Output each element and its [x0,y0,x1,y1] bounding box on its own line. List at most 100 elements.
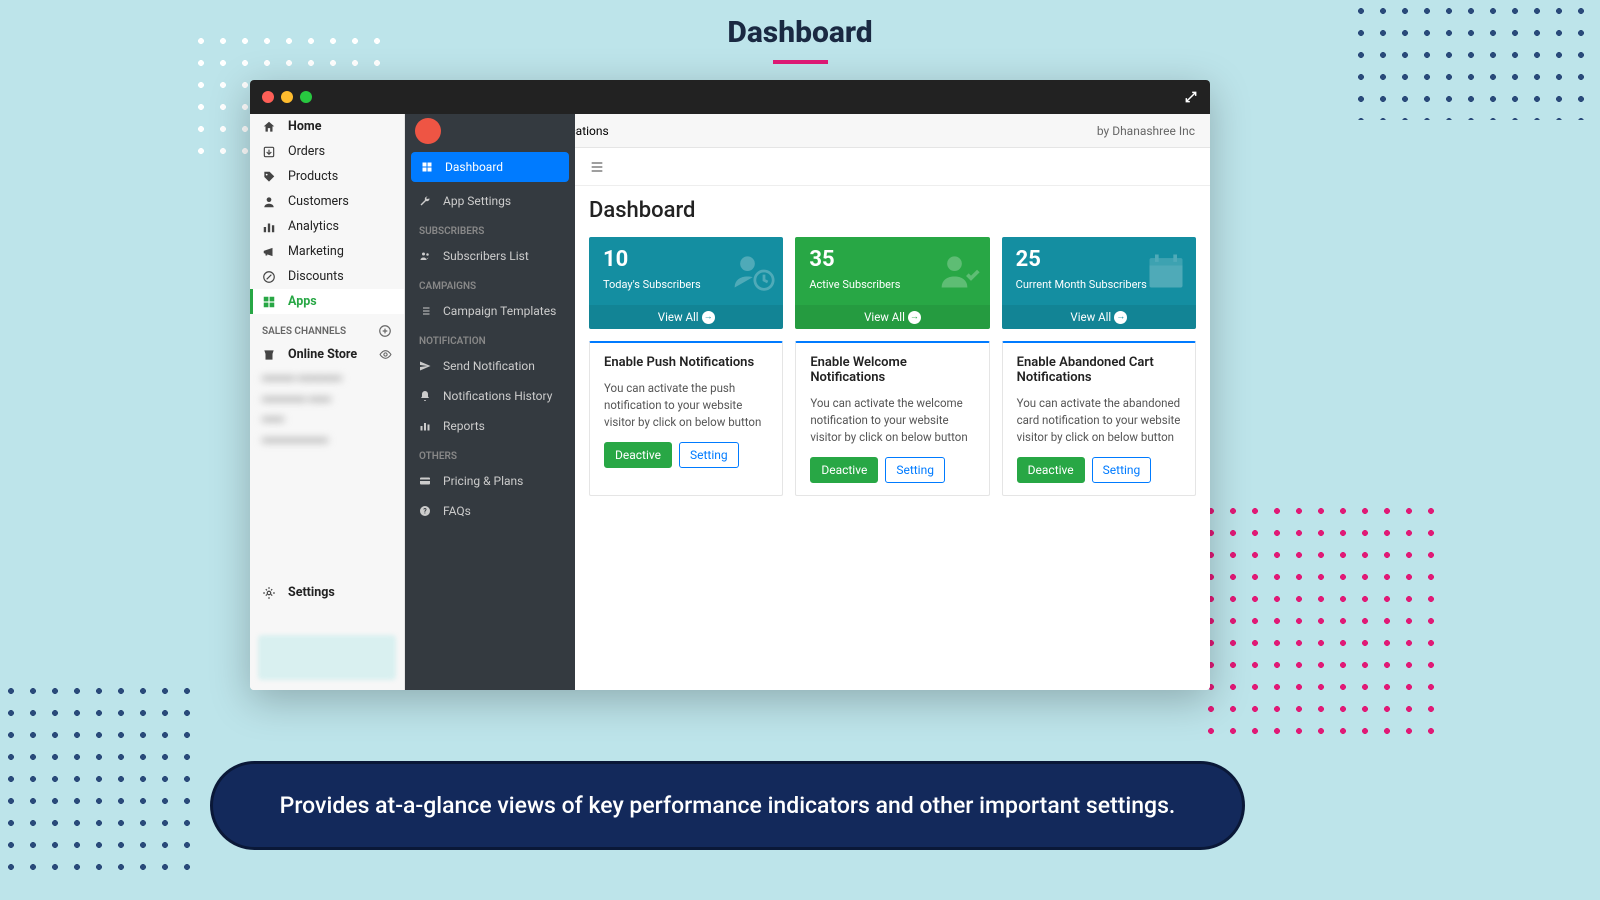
stat-active-subscribers: 35 Active Subscribers View All→ [795,237,989,329]
app-sidebar: Dashboard App Settings SUBSCRIBERS Subsc… [405,148,575,690]
user-check-icon [938,249,982,293]
card-title: Enable Abandoned Cart Notifications [1017,355,1181,385]
nav-customers[interactable]: Customers [250,189,404,214]
nav-home[interactable]: Home [250,114,404,139]
card-body: You can activate the push notification t… [604,380,768,430]
blurred-item: ▬▬▬▬ ▬▬ [250,388,404,409]
deactive-button[interactable]: Deactive [604,442,672,468]
nav-orders[interactable]: Orders [250,139,404,164]
card-title: Enable Welcome Notifications [810,355,974,385]
svg-text:?: ? [423,508,427,516]
sidebar-subscribers-list[interactable]: Subscribers List [405,241,575,271]
bell-icon [419,390,433,402]
card-push-notifications: Enable Push Notifications You can activa… [589,341,783,496]
setting-button[interactable]: Setting [885,457,945,483]
nav-discounts[interactable]: Discounts [250,264,404,289]
view-all-link[interactable]: View All→ [589,305,783,329]
sidebar-faqs[interactable]: ? FAQs [405,496,575,526]
group-others: OTHERS [405,441,575,466]
wrench-icon [419,195,433,207]
page-title: Dashboard [0,0,1600,50]
card-icon [419,475,433,487]
app-vendor: by Dhanashree Inc [1097,124,1195,138]
sidebar-reports[interactable]: Reports [405,411,575,441]
sidebar-dashboard[interactable]: Dashboard [411,152,569,182]
sidebar-notifications-history[interactable]: Notifications History [405,381,575,411]
sidebar-pricing-plans[interactable]: Pricing & Plans [405,466,575,496]
sidebar-send-notification[interactable]: Send Notification [405,351,575,381]
nav-label: Settings [288,585,335,600]
sidebar-label: Pricing & Plans [443,474,523,488]
send-icon [419,360,433,372]
users-icon [419,250,433,262]
analytics-icon [262,220,278,234]
grid-icon [421,161,435,173]
sidebar-label: Send Notification [443,359,535,373]
tag-icon [262,170,278,184]
stat-todays-subscribers: 10 Today's Subscribers View All→ [589,237,783,329]
nav-settings[interactable]: Settings [250,580,404,605]
nav-apps[interactable]: Apps [250,289,404,314]
nav-label: Customers [288,194,349,209]
calendar-icon [1144,249,1188,293]
sidebar-label: Dashboard [445,160,503,174]
window-titlebar [250,80,1210,114]
sidebar-campaign-templates[interactable]: Campaign Templates [405,296,575,326]
nav-label: Orders [288,144,325,159]
store-icon [262,348,278,362]
decorative-dots [1200,500,1440,740]
sidebar-label: FAQs [443,504,471,518]
discount-icon [262,270,278,284]
decorative-dots [0,680,190,880]
view-all-link[interactable]: View All→ [795,305,989,329]
nav-label: Analytics [288,219,339,234]
nav-label: Products [288,169,338,184]
title-underline [773,60,828,64]
hamburger-icon[interactable] [589,159,605,175]
nav-products[interactable]: Products [250,164,404,189]
group-subscribers: SUBSCRIBERS [405,216,575,241]
card-body: You can activate the abandoned card noti… [1017,395,1181,445]
view-all-link[interactable]: View All→ [1002,305,1196,329]
user-icon [262,195,278,209]
deactive-button[interactable]: Deactive [1017,457,1085,483]
add-channel-icon[interactable] [378,324,392,338]
card-body: You can activate the welcome notificatio… [810,395,974,445]
card-abandoned-cart-notifications: Enable Abandoned Cart Notifications You … [1002,341,1196,496]
setting-button[interactable]: Setting [679,442,739,468]
close-icon[interactable] [262,91,274,103]
blurred-item: ▬▬ [250,408,404,429]
megaphone-icon [262,245,278,259]
stat-month-subscribers: 25 Current Month Subscribers View All→ [1002,237,1196,329]
gear-icon [262,586,278,600]
question-icon: ? [419,505,433,517]
main-content: Dashboard 10 Today's Subscribers View Al… [575,148,1210,690]
sidebar-label: Subscribers List [443,249,529,263]
sidebar-label: Campaign Templates [443,304,556,318]
group-notification: NOTIFICATION [405,326,575,351]
group-campaigns: CAMPAIGNS [405,271,575,296]
minimize-icon[interactable] [281,91,293,103]
deactive-button[interactable]: Deactive [810,457,878,483]
nav-analytics[interactable]: Analytics [250,214,404,239]
brand-icon [415,118,441,144]
maximize-icon[interactable] [300,91,312,103]
fullscreen-icon[interactable] [1184,90,1198,104]
content-heading: Dashboard [575,186,1210,237]
nav-marketing[interactable]: Marketing [250,239,404,264]
stat-row: 10 Today's Subscribers View All→ 35 Acti… [575,237,1210,329]
user-clock-icon [731,249,775,293]
setting-button[interactable]: Setting [1092,457,1152,483]
sidebar-app-settings[interactable]: App Settings [405,186,575,216]
sidebar-label: App Settings [443,194,511,208]
card-title: Enable Push Notifications [604,355,768,370]
nav-online-store[interactable]: Online Store [250,342,404,367]
sidebar-label: Notifications History [443,389,552,403]
shopify-sidebar: Home Orders Products Customers Analytics… [250,114,405,690]
orders-icon [262,145,278,159]
eye-icon[interactable] [379,348,392,361]
sales-channels-label: SALES CHANNELS [250,314,404,342]
chart-icon [419,420,433,432]
home-icon [262,120,278,134]
nav-label: Apps [288,294,317,309]
